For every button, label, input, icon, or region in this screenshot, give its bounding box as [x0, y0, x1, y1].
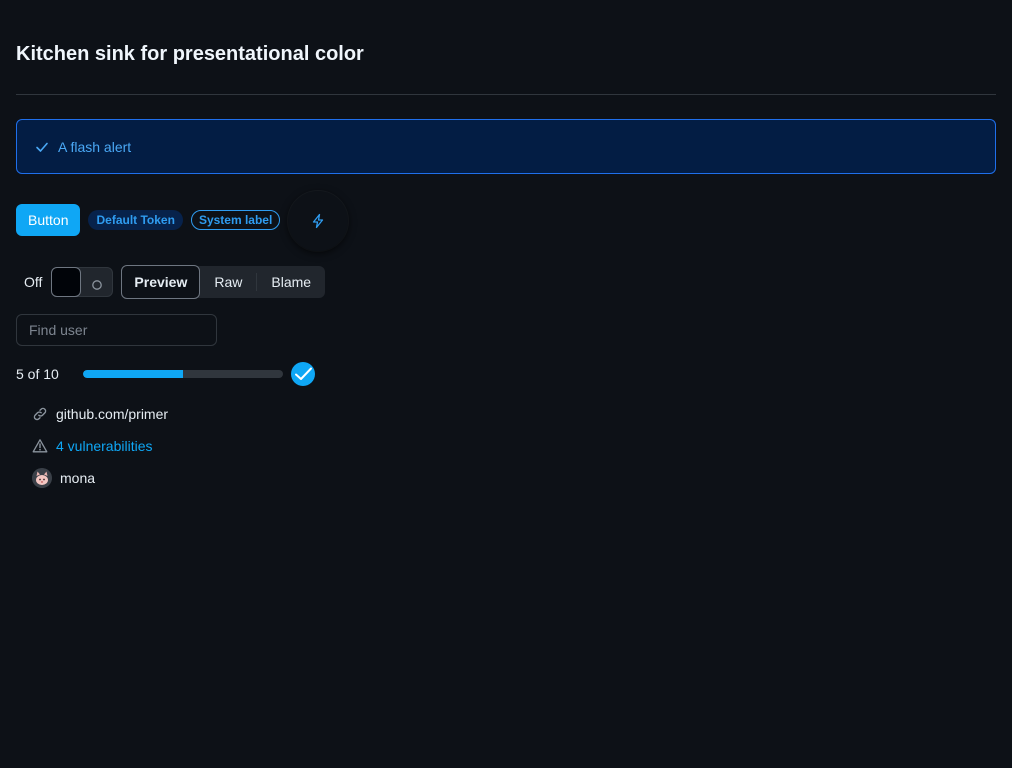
flash-alert-text: A flash alert	[58, 138, 132, 155]
avatar	[32, 468, 52, 488]
list-item: mona	[32, 462, 168, 494]
zap-icon	[313, 213, 324, 229]
vulnerabilities-link[interactable]: 4 vulnerabilities	[56, 438, 153, 454]
progress-bar	[82, 370, 283, 378]
segmented-control: Preview Raw Blame	[121, 265, 326, 299]
segment-preview[interactable]: Preview	[121, 265, 201, 299]
progress-row: 5 of 10	[16, 362, 315, 386]
zap-icon-button[interactable]	[288, 191, 349, 251]
meta-list: github.com/primer 4 vulnerabilities mona	[32, 398, 168, 494]
check-circle-icon	[290, 362, 315, 386]
primary-button[interactable]: Button	[16, 204, 81, 236]
flash-alert: A flash alert	[16, 119, 996, 174]
alert-icon	[32, 438, 48, 454]
system-label: System label	[190, 210, 281, 230]
segment-raw[interactable]: Raw	[200, 266, 256, 298]
actions-row: Button Default Token System label	[16, 191, 349, 251]
find-user-input[interactable]	[16, 314, 217, 346]
check-icon	[34, 139, 50, 155]
controls-row: Off Preview Raw Blame	[16, 265, 326, 299]
divider	[16, 94, 996, 95]
segment-blame[interactable]: Blame	[257, 266, 325, 298]
circle-off-icon	[92, 277, 103, 290]
toggle-knob	[51, 267, 82, 297]
user-name[interactable]: mona	[60, 470, 95, 486]
progress-label: 5 of 10	[16, 366, 59, 382]
repo-link-text: github.com/primer	[56, 406, 169, 422]
toggle-label: Off	[24, 274, 43, 290]
link-icon	[32, 406, 48, 422]
default-token[interactable]: Default Token	[88, 210, 183, 230]
list-item: 4 vulnerabilities	[32, 430, 168, 462]
toggle-switch[interactable]	[51, 267, 114, 297]
page-title: Kitchen sink for presentational color	[16, 43, 364, 65]
list-item: github.com/primer	[32, 398, 168, 430]
progress-fill	[82, 370, 183, 378]
